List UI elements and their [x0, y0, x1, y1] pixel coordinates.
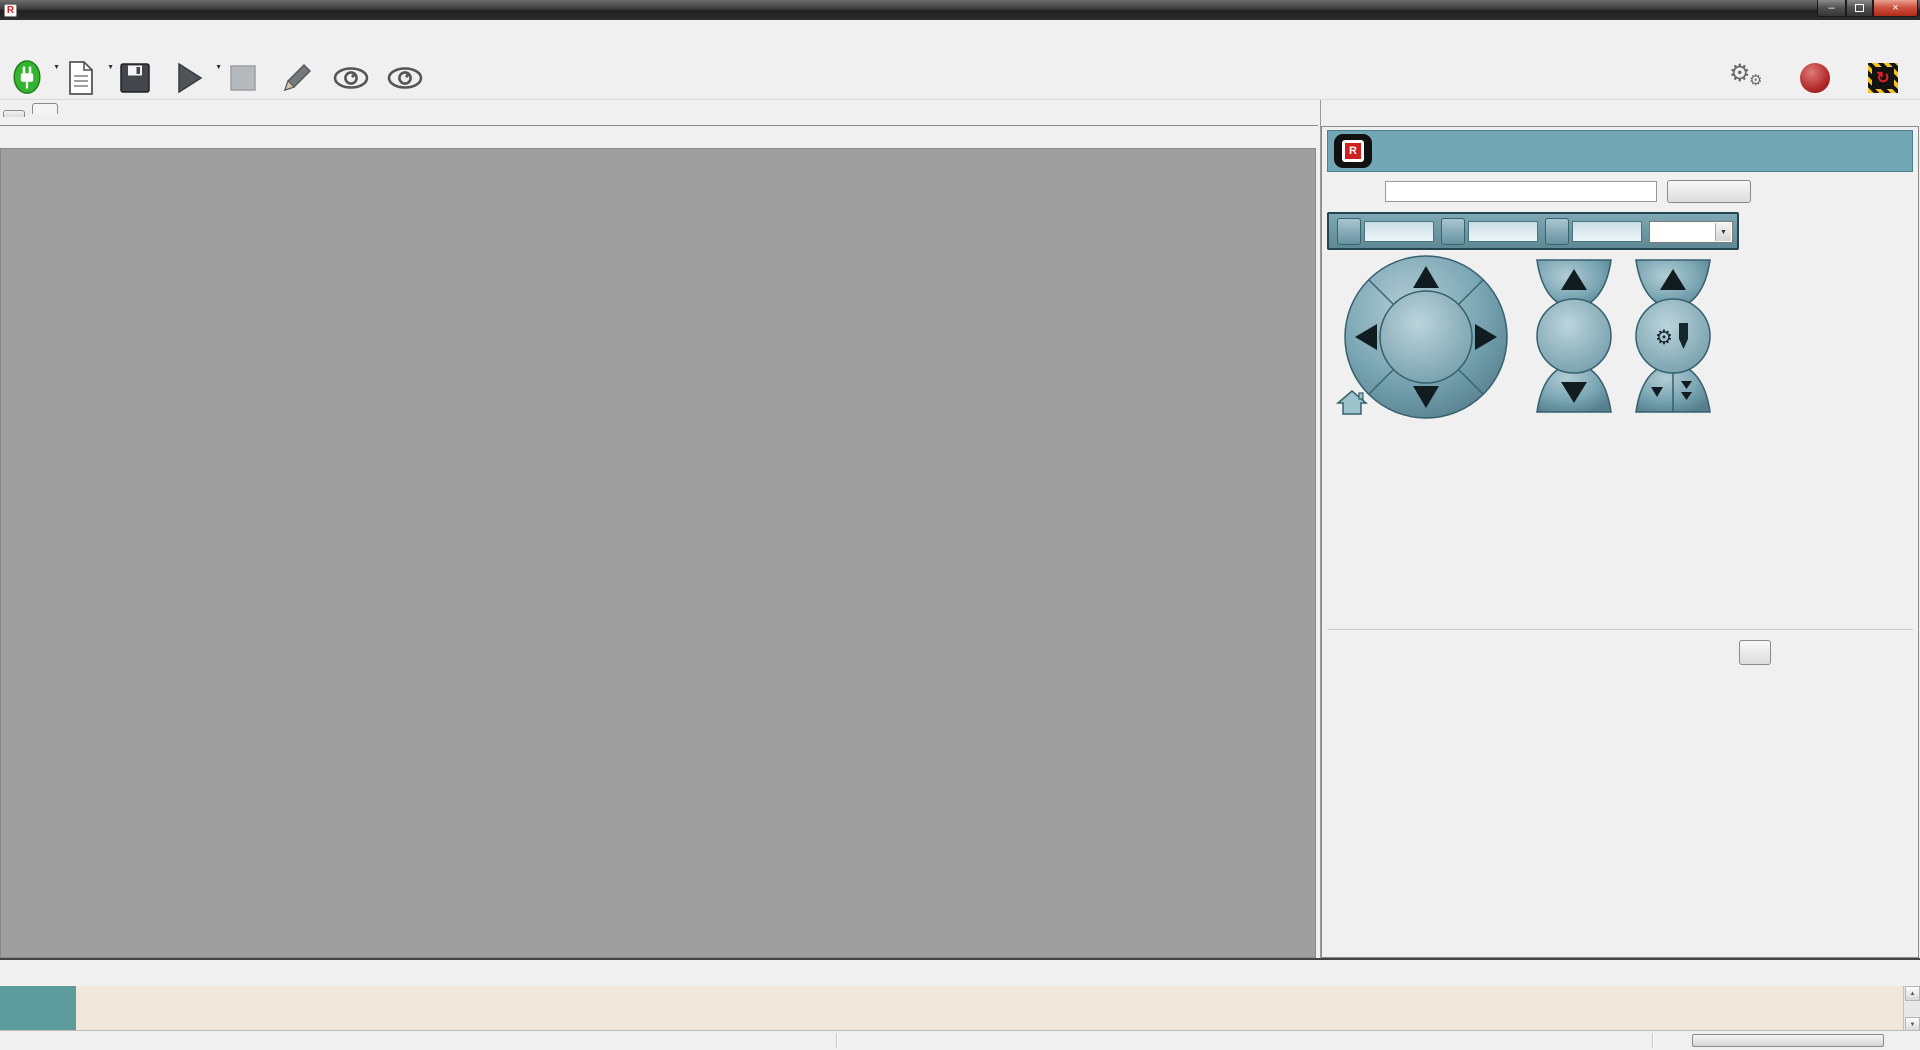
coordinate-row: ▼ — [1327, 212, 1739, 250]
temperature-chart — [0, 148, 1316, 958]
gcode-input[interactable] — [1385, 181, 1657, 202]
repetier-host-window: R – × ▼ ▼ — [0, 0, 1920, 1050]
log-scrollbar[interactable]: ▲ ▼ — [1903, 986, 1920, 1032]
y-axis-chip[interactable] — [1441, 218, 1465, 245]
eye-icon — [386, 59, 424, 97]
show-filament-button[interactable] — [324, 42, 378, 98]
tab-temperature-curve[interactable] — [32, 103, 58, 114]
quick-buttons-row — [1321, 418, 1741, 458]
maximize-button[interactable] — [1846, 0, 1873, 17]
log-section: ▲ ▼ — [0, 958, 1920, 1030]
play-icon — [174, 59, 204, 97]
chevron-down-icon: ▼ — [1715, 223, 1731, 241]
kill-print-button — [216, 42, 270, 98]
repetier-logo-icon: R — [1334, 134, 1372, 168]
emergency-stop-button[interactable]: ↻ — [1856, 42, 1910, 98]
floppy-icon — [119, 59, 151, 97]
debug-options-group — [1327, 629, 1913, 673]
z-position-value — [1572, 221, 1642, 242]
x-position-value — [1364, 221, 1434, 242]
x-axis-chip[interactable] — [1337, 218, 1361, 245]
extruder-pad[interactable]: ⚙ — [1631, 257, 1715, 415]
temperature-chart-svg — [1, 149, 1315, 957]
toggle-log-button[interactable] — [270, 42, 324, 98]
start-print-button[interactable]: ▼ — [162, 42, 216, 98]
send-button[interactable] — [1667, 180, 1751, 203]
title-bar[interactable]: R – × — [0, 0, 1920, 20]
right-panel: R ▼ — [1320, 100, 1920, 958]
eye-icon — [332, 59, 370, 97]
show-travel-button[interactable] — [378, 42, 432, 98]
close-button[interactable]: × — [1873, 0, 1918, 17]
svg-text:⚙: ⚙ — [1655, 327, 1673, 349]
app-logo-icon: R — [4, 4, 17, 17]
load-button[interactable]: ▼ — [54, 42, 108, 98]
document-icon — [67, 59, 95, 97]
z-axis-chip[interactable] — [1545, 218, 1569, 245]
chart-menu-bar — [0, 127, 1318, 148]
home-button[interactable] — [1335, 388, 1369, 416]
printer-settings-button[interactable]: ⚙⚙ — [1720, 42, 1774, 98]
stop-square-icon — [230, 59, 256, 97]
emergency-stop-icon: ↻ — [1868, 59, 1898, 97]
menu-bar — [0, 20, 1920, 42]
save-print-button[interactable] — [108, 42, 162, 98]
log-toolbar — [0, 960, 1920, 986]
progress-bar — [1692, 1034, 1884, 1047]
z-pad[interactable] — [1532, 257, 1616, 415]
plug-icon — [10, 59, 44, 97]
workspace-left — [0, 100, 1318, 958]
manual-control-panel — [1321, 126, 1919, 958]
log-entries[interactable] — [0, 986, 1903, 1032]
extruder-select[interactable]: ▼ — [1649, 221, 1733, 243]
y-position-value — [1468, 221, 1538, 242]
minimize-button[interactable]: – — [1817, 0, 1846, 17]
view-tab-strip — [0, 100, 1318, 126]
pencil-icon — [281, 59, 313, 97]
easy-mode-button[interactable] — [1788, 42, 1842, 98]
toolbar: ▼ ▼ ▼ — [0, 42, 1920, 100]
easy-badge-icon — [1800, 59, 1830, 97]
log-time-column — [0, 986, 76, 1032]
status-banner: R — [1327, 130, 1913, 172]
gears-icon: ⚙⚙ — [1729, 59, 1765, 97]
extruder-gear-icon: ⚙ — [1655, 323, 1688, 349]
status-bar — [0, 1030, 1920, 1050]
tab-3d-view[interactable] — [3, 110, 25, 117]
scroll-up-icon[interactable]: ▲ — [1905, 986, 1920, 1001]
ok-button[interactable] — [1739, 640, 1771, 665]
disconnect-button[interactable]: ▼ — [0, 42, 54, 98]
